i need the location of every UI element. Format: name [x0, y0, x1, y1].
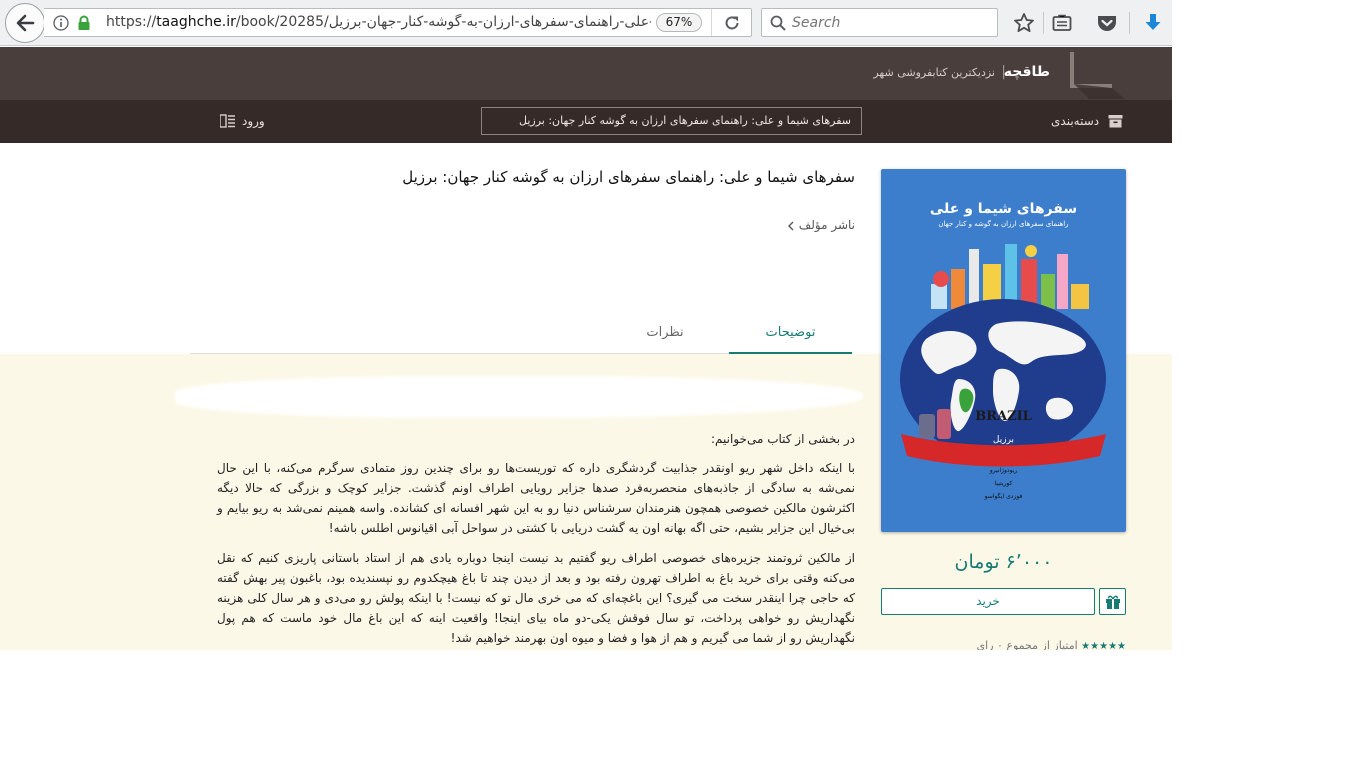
browser-search-box[interactable]	[761, 8, 998, 37]
url-domain: taaghche.ir	[156, 14, 236, 30]
publisher-link[interactable]: ناشر مؤلف	[700, 218, 855, 232]
site-search-input[interactable]: سفرهای شیما و علی: راهنمای سفرهای ارزان …	[481, 107, 862, 135]
reading-list-icon	[1052, 14, 1072, 31]
bookmark-button[interactable]	[1011, 10, 1037, 36]
cover-author: کوریتیبا	[994, 480, 1013, 487]
back-arrow-icon	[16, 14, 35, 32]
book-cover[interactable]: سفرهای شیما و علی راهنمای سفرهای ارزان ب…	[881, 169, 1126, 532]
publisher-name: ناشر مؤلف	[798, 218, 855, 232]
rating-label: امتیاز از مجموع ۰ رای	[976, 639, 1078, 650]
taaghche-logo-icon[interactable]	[1055, 49, 1125, 99]
login-link[interactable]: ورود	[242, 114, 265, 128]
categories-label[interactable]: دسته‌بندی	[1051, 114, 1099, 128]
brand-tagline: نزدیکترین کتابفروشی شهر	[873, 66, 995, 79]
lock-icon[interactable]	[77, 15, 91, 31]
gift-button[interactable]	[1099, 588, 1126, 615]
cover-author: ریودوژانیرو	[989, 467, 1018, 474]
browser-search-input[interactable]	[792, 13, 987, 33]
bookmark-star-icon	[1014, 13, 1034, 32]
zoom-indicator[interactable]: 67%	[656, 13, 702, 32]
search-icon	[770, 15, 786, 31]
book-price: ۶٬۰۰۰ تومان	[954, 551, 1053, 573]
reload-icon	[725, 15, 738, 29]
buy-button[interactable]: خرید	[881, 588, 1095, 615]
site-navbar: دسته‌بندی سفرهای شیما و علی: راهنمای سفر…	[0, 100, 1172, 143]
cover-country: برزیل	[992, 435, 1015, 445]
cover-subtitle: راهنمای سفرهای ارزان به گوشه و کنار جهان	[938, 220, 1069, 228]
brand-separator: |	[1001, 64, 1006, 80]
rating-row: ★★★★★ امتیاز از مجموع ۰ رای	[975, 639, 1126, 650]
url-text[interactable]: https://taaghche.ir/book/20285/و-علی-راه…	[106, 14, 651, 30]
tab-description[interactable]: توضیحات	[729, 325, 852, 354]
tab-reviews[interactable]: نظرات	[610, 325, 720, 354]
toolbar-separator	[1043, 12, 1044, 34]
pocket-icon	[1098, 16, 1116, 31]
login-menu-icon[interactable]	[220, 114, 235, 128]
url-prefix: https://	[106, 14, 157, 30]
reload-button[interactable]	[711, 9, 751, 36]
gift-icon	[1105, 595, 1120, 609]
categories-box-icon[interactable]	[1108, 114, 1123, 128]
browser-toolbar: https://taaghche.ir/book/20285/و-علی-راه…	[0, 0, 1172, 46]
book-page: سفرهای شیما و علی: راهنمای سفرهای ارزان …	[0, 143, 1172, 650]
downloads-button[interactable]	[1140, 10, 1166, 36]
excerpt-paragraph: با اینکه داخل شهر ریو اونقدر جذابیت گردش…	[217, 461, 855, 535]
reading-list-button[interactable]	[1049, 10, 1075, 36]
book-title: سفرهای شیما و علی: راهنمای سفرهای ارزان …	[402, 168, 855, 186]
back-button[interactable]	[5, 3, 45, 43]
redacted-area	[175, 376, 863, 418]
cover-author: فوزدی ایگواسو	[984, 493, 1023, 500]
url-path: /book/20285/و-علی-راهنمای-سفرهای-ارزان-ب…	[235, 14, 651, 30]
excerpt-paragraph: از مالکین ثروتمند جزیره‌های خصوصی اطراف …	[217, 551, 855, 645]
chevron-left-icon	[787, 221, 794, 230]
toolbar-separator	[1129, 12, 1130, 34]
address-bar[interactable]: https://taaghche.ir/book/20285/و-علی-راه…	[44, 8, 752, 37]
info-icon[interactable]	[53, 15, 69, 31]
excerpt-heading: در بخشی از کتاب می‌خوانیم:	[711, 432, 855, 446]
download-icon	[1145, 14, 1161, 30]
brand-name[interactable]: طاقچه	[1004, 64, 1050, 80]
rating-stars-icon: ★★★★★	[1081, 641, 1126, 650]
site-header: طاقچه | نزدیکترین کتابفروشی شهر	[0, 47, 1172, 100]
cover-title: سفرهای شیما و علی	[929, 201, 1078, 217]
cover-banner-text: BRAZIL	[975, 409, 1032, 424]
pocket-button[interactable]	[1094, 10, 1120, 36]
